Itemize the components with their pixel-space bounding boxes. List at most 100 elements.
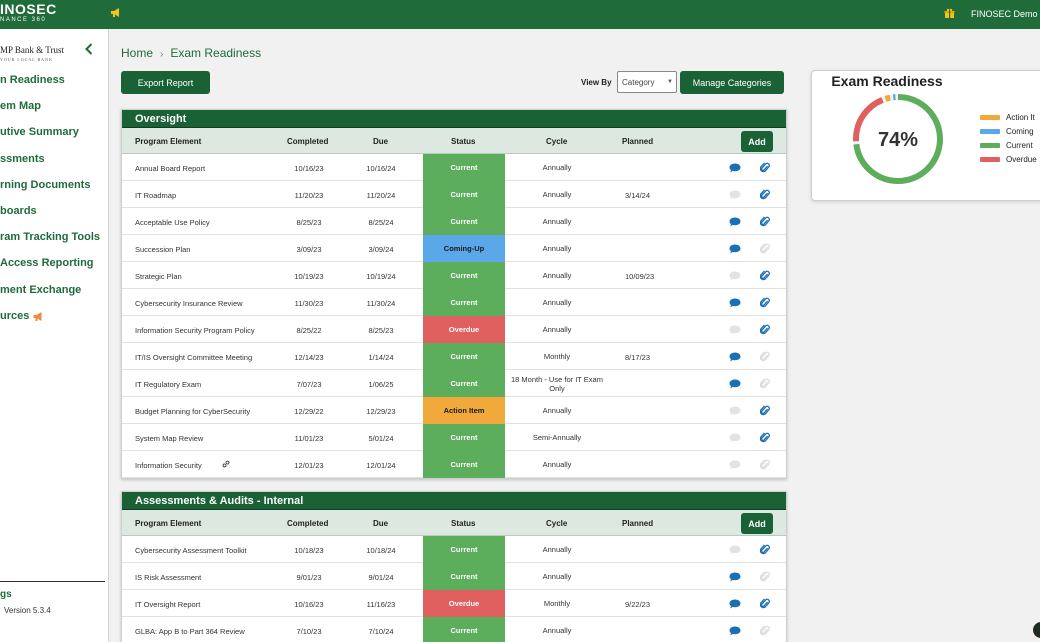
table-row[interactable]: System Map Review 11/01/23 5/01/24 Current S… [122,424,786,451]
column-header-element[interactable]: Program Element [135,519,201,528]
paperclip-icon[interactable] [760,404,770,417]
table-row[interactable]: IT Oversight Report 10/16/23 11/16/23 Overd… [122,590,786,617]
table-row[interactable]: GLBA: App B to Part 364 Review 7/10/23 7/1… [122,617,786,642]
program-element-name[interactable]: Strategic Plan [135,272,182,281]
add-button[interactable]: Add [741,513,773,534]
sidebar-item[interactable]: utive Summary [0,126,79,138]
help-chat-button[interactable] [1033,622,1040,638]
manage-categories-button[interactable]: Manage Categories [680,71,784,94]
program-element-name[interactable]: IS Risk Assessment [135,573,201,582]
column-header-cycle[interactable]: Cycle [546,137,567,146]
app-logo[interactable]: INOSEC NANCE 360 [0,2,57,24]
link-icon-wrap[interactable] [218,459,230,468]
column-header-status[interactable]: Status [451,137,475,146]
paperclip-icon[interactable] [760,377,770,390]
program-element-name[interactable]: IT Roadmap [135,191,176,200]
paperclip-icon[interactable] [760,458,770,471]
megaphone-icon[interactable] [110,7,122,18]
paperclip-icon[interactable] [760,431,770,444]
legend-item[interactable]: Current [980,141,1037,155]
export-report-button[interactable]: Export Report [121,71,210,94]
comment-icon[interactable] [729,298,741,308]
program-element-name[interactable]: Cybersecurity Insurance Review [135,299,243,308]
paperclip-icon[interactable] [760,161,770,174]
sidebar-item[interactable]: ment Exchange [0,284,81,296]
paperclip-icon[interactable] [760,242,770,255]
gift-icon[interactable] [944,8,955,19]
program-element-name[interactable]: IT Regulatory Exam [135,380,201,389]
chevron-left-icon[interactable] [84,43,94,55]
breadcrumb-home[interactable]: Home [121,46,153,60]
table-row[interactable]: Information Security Program Policy 8/25/… [122,316,786,343]
sidebar-item[interactable]: urces [0,310,45,322]
sidebar-item-settings[interactable]: gs [0,589,12,600]
program-element-name[interactable]: GLBA: App B to Part 364 Review [135,627,245,636]
column-header-due[interactable]: Due [373,137,388,146]
program-element-name[interactable]: Annual Board Report [135,164,205,173]
paperclip-icon[interactable] [760,296,770,309]
table-row[interactable]: IT Roadmap 11/20/23 11/20/24 Current Annuall… [122,181,786,208]
comment-icon[interactable] [729,271,741,281]
user-menu[interactable]: FINOSEC Demo [971,9,1038,19]
paperclip-icon[interactable] [760,188,770,201]
comment-icon[interactable] [729,352,741,362]
table-row[interactable]: Annual Board Report 10/16/23 10/16/24 Curre… [122,154,786,181]
table-row[interactable]: Cybersecurity Assessment Toolkit 10/18/23… [122,536,786,563]
table-row[interactable]: Cybersecurity Insurance Review 11/30/23 11… [122,289,786,316]
paperclip-icon[interactable] [760,350,770,363]
program-element-name[interactable]: System Map Review [135,434,203,443]
table-row[interactable]: Acceptable Use Policy 8/25/23 8/25/24 Curre… [122,208,786,235]
program-element-name[interactable]: Succession Plan [135,245,190,254]
comment-icon[interactable] [729,163,741,173]
comment-icon[interactable] [729,626,741,636]
comment-icon[interactable] [729,325,741,335]
table-row[interactable]: Information Security 12/01/23 12/01/24 Curr… [122,451,786,478]
program-element-name[interactable]: Information Security Program Policy [135,326,255,335]
comment-icon[interactable] [729,379,741,389]
program-element-name[interactable]: IT Oversight Report [135,600,200,609]
add-button[interactable]: Add [741,131,773,152]
paperclip-icon[interactable] [760,570,770,583]
column-header-completed[interactable]: Completed [287,137,328,146]
link-icon[interactable] [222,460,230,468]
table-row[interactable]: Budget Planning for CyberSecurity 12/29/2… [122,397,786,424]
comment-icon[interactable] [729,460,741,470]
sidebar-item[interactable]: em Map [0,100,41,112]
program-element-name[interactable]: Budget Planning for CyberSecurity [135,407,250,416]
paperclip-icon[interactable] [760,597,770,610]
table-row[interactable]: IS Risk Assessment 9/01/23 9/01/24 Current A… [122,563,786,590]
comment-icon[interactable] [729,599,741,609]
paperclip-icon[interactable] [760,624,770,637]
paperclip-icon[interactable] [760,215,770,228]
table-row[interactable]: Strategic Plan 10/19/23 10/19/24 Current Ann… [122,262,786,289]
paperclip-icon[interactable] [760,323,770,336]
program-element-name[interactable]: IT/IS Oversight Committee Meeting [135,353,252,362]
sidebar-item[interactable]: n Readiness [0,74,65,86]
legend-item[interactable]: Overdue [980,155,1037,169]
column-header-due[interactable]: Due [373,519,388,528]
program-element-name[interactable]: Acceptable Use Policy [135,218,210,227]
table-row[interactable]: Succession Plan 3/09/23 3/09/24 Coming-Up An… [122,235,786,262]
column-header-element[interactable]: Program Element [135,137,201,146]
column-header-planned[interactable]: Planned [622,137,653,146]
column-header-status[interactable]: Status [451,519,475,528]
program-element-name[interactable]: Information Security [135,461,202,470]
program-element-name[interactable]: Cybersecurity Assessment Toolkit [135,546,247,555]
comment-icon[interactable] [729,545,741,555]
paperclip-icon[interactable] [760,269,770,282]
column-header-planned[interactable]: Planned [622,519,653,528]
sidebar-item[interactable]: ssments [0,153,45,165]
sidebar-item[interactable]: Access Reporting [0,257,94,269]
legend-item[interactable]: Coming [980,127,1037,141]
paperclip-icon[interactable] [760,543,770,556]
comment-icon[interactable] [729,433,741,443]
comment-icon[interactable] [729,572,741,582]
sidebar-item[interactable]: ram Tracking Tools [0,231,100,243]
column-header-cycle[interactable]: Cycle [546,519,567,528]
view-by-select[interactable]: Category ▼ [617,71,677,93]
comment-icon[interactable] [729,190,741,200]
comment-icon[interactable] [729,244,741,254]
sidebar-item[interactable]: boards [0,205,37,217]
table-row[interactable]: IT/IS Oversight Committee Meeting 12/14/2… [122,343,786,370]
table-row[interactable]: IT Regulatory Exam 7/07/23 1/06/25 Current 1… [122,370,786,397]
